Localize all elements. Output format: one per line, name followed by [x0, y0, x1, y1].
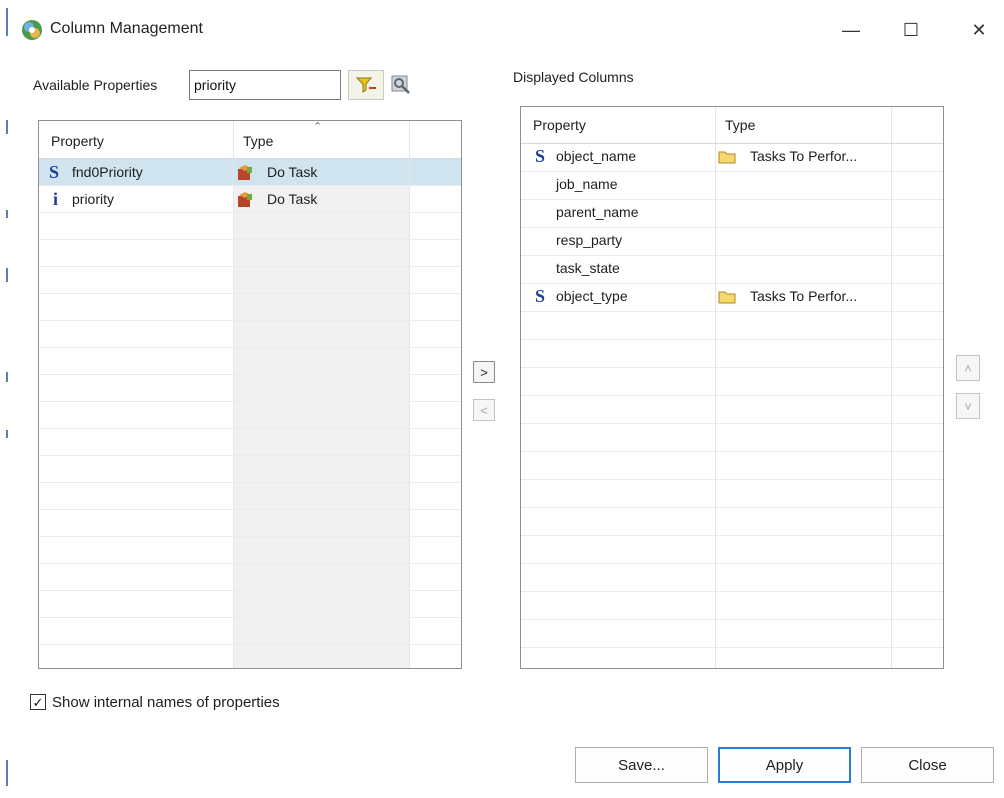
available-header-type[interactable]: Type	[243, 133, 273, 149]
info-property-icon: i	[53, 189, 59, 209]
search-icon	[391, 75, 410, 94]
column-type: Tasks To Perfor...	[750, 148, 858, 164]
chevron-left-icon: <	[480, 402, 488, 418]
column-name: object_name	[556, 148, 637, 164]
do-task-icon	[238, 165, 252, 180]
property-type: Do Task	[267, 164, 318, 180]
property-search-input[interactable]	[189, 70, 341, 100]
close-window-button[interactable]: ✕	[956, 12, 1002, 48]
string-property-icon: S	[535, 146, 546, 166]
column-name: task_state	[556, 260, 620, 276]
filter-icon	[355, 77, 376, 93]
type-column-shading	[234, 159, 410, 668]
column-name: job_name	[556, 176, 618, 192]
displayed-header-type[interactable]: Type	[725, 117, 755, 133]
string-property-icon: S	[535, 286, 546, 306]
column-name: object_type	[556, 288, 628, 304]
chevron-up-icon: ˄	[964, 360, 972, 376]
available-header-property[interactable]: Property	[51, 133, 104, 149]
string-property-icon: S	[49, 162, 60, 182]
filter-button[interactable]	[348, 70, 384, 100]
sort-ascending-icon: ˆ	[315, 121, 321, 138]
do-task-icon	[238, 192, 252, 207]
apply-button[interactable]: Apply	[718, 747, 851, 783]
move-down-button[interactable]: ˅	[956, 393, 980, 419]
show-internal-names-checkbox[interactable]: ✓	[30, 694, 46, 710]
show-internal-names-label[interactable]: Show internal names of properties	[52, 694, 280, 711]
title-bar: Column Management — ☐ ✕	[0, 0, 1004, 60]
save-button[interactable]: Save...	[575, 747, 708, 783]
column-name: resp_party	[556, 232, 623, 248]
column-type: Tasks To Perfor...	[750, 288, 858, 304]
property-name: fnd0Priority	[72, 164, 143, 180]
add-column-button[interactable]: >	[473, 361, 495, 383]
property-type: Do Task	[267, 191, 318, 207]
chevron-down-icon: ˅	[964, 398, 972, 414]
close-button[interactable]: Close	[861, 747, 994, 783]
available-properties-table[interactable]: Property Type ˆ S fnd0Priority Do Task i…	[38, 120, 462, 669]
folder-icon	[718, 291, 736, 304]
column-name: parent_name	[556, 204, 639, 220]
window-title: Column Management	[50, 20, 203, 37]
maximize-button[interactable]: ☐	[888, 12, 934, 48]
displayed-columns-table[interactable]: Property Type S object_name Tasks To Per…	[520, 106, 944, 669]
displayed-columns-label: Displayed Columns	[513, 69, 634, 85]
close-icon: ✕	[971, 19, 987, 40]
remove-column-button[interactable]: <	[473, 399, 495, 421]
available-properties-label: Available Properties	[33, 77, 158, 93]
chevron-right-icon: >	[480, 364, 488, 380]
folder-icon	[718, 151, 736, 164]
minimize-button[interactable]: —	[828, 12, 874, 48]
checkmark-icon: ✓	[32, 694, 44, 710]
minimize-icon: —	[842, 19, 860, 40]
app-icon	[20, 18, 44, 42]
window-left-edge	[0, 0, 12, 798]
property-name: priority	[72, 191, 115, 207]
displayed-header-property[interactable]: Property	[533, 117, 586, 133]
maximize-icon: ☐	[902, 19, 920, 40]
search-button[interactable]	[388, 72, 414, 98]
move-up-button[interactable]: ˄	[956, 355, 980, 381]
